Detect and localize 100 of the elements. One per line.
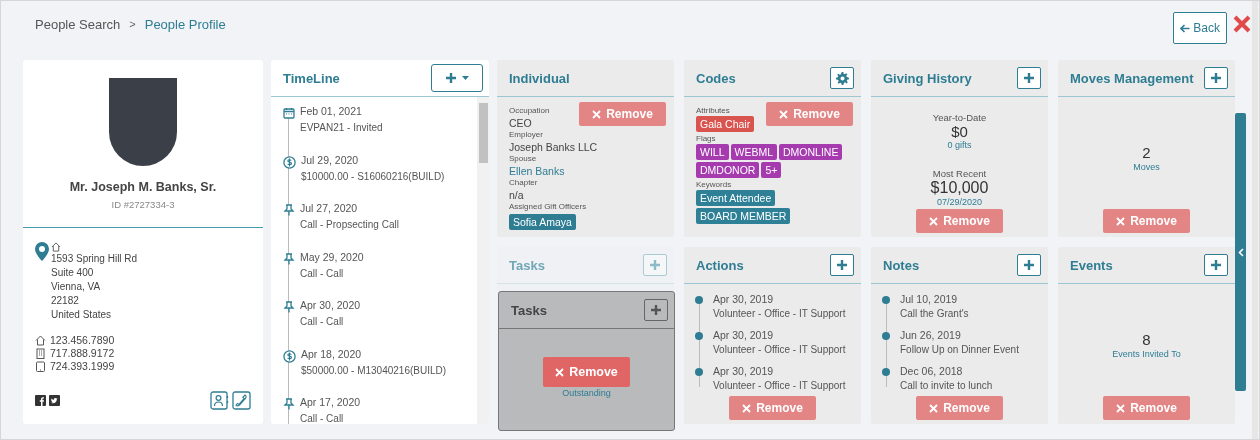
person-name: Mr. Joseph M. Banks, Sr. bbox=[69, 180, 217, 194]
remove-button[interactable]: Remove bbox=[766, 102, 853, 126]
chevron-left-icon bbox=[1237, 247, 1244, 257]
add-button[interactable] bbox=[1017, 254, 1041, 276]
add-button[interactable] bbox=[1017, 67, 1041, 89]
dragged-widget[interactable]: Tasks Remove Outstanding bbox=[498, 291, 675, 431]
home-icon bbox=[51, 242, 61, 252]
pushpin-icon bbox=[283, 204, 295, 216]
count-value: 8 bbox=[1142, 331, 1151, 348]
item-date: Apr 30, 2019 bbox=[713, 329, 775, 341]
field-label: Employer bbox=[509, 130, 543, 140]
ytd-amount: $0 bbox=[951, 123, 968, 140]
item-date: Jul 27, 2020 bbox=[300, 202, 359, 214]
close-icon bbox=[929, 403, 939, 413]
item-date: Apr 18, 2020 bbox=[301, 347, 363, 360]
field-value: CEO bbox=[509, 116, 532, 130]
count-link[interactable]: Moves bbox=[1133, 162, 1160, 172]
item-date: Apr 30, 2019 bbox=[713, 365, 775, 377]
field-label: Assigned Gift Officers bbox=[509, 202, 587, 212]
building-icon bbox=[35, 347, 46, 359]
count-link[interactable]: Events Invited To bbox=[1112, 349, 1181, 359]
code-tag: BOARD MEMBER bbox=[696, 208, 791, 224]
widget-title: Tasks bbox=[509, 257, 546, 273]
home-icon bbox=[35, 334, 46, 346]
settings-icon bbox=[835, 71, 849, 85]
plus-icon bbox=[445, 72, 457, 84]
add-button[interactable] bbox=[644, 299, 668, 321]
widget-title: Individual bbox=[509, 70, 571, 86]
address-line: United States bbox=[51, 308, 113, 322]
remove-button[interactable]: Remove bbox=[916, 396, 1003, 420]
add-button[interactable] bbox=[830, 254, 854, 276]
close-icon bbox=[779, 109, 789, 119]
left-arrow-icon bbox=[1180, 23, 1191, 33]
add-dropdown-button[interactable] bbox=[431, 64, 483, 92]
group-label: Attributes bbox=[696, 106, 730, 116]
timeline-dot bbox=[695, 368, 703, 376]
pushpin-icon bbox=[283, 252, 295, 265]
item-text: Volunteer - Office - IT Support bbox=[713, 308, 846, 319]
recent-date: 07/29/2020 bbox=[936, 197, 982, 207]
remove-button[interactable]: Remove bbox=[1103, 209, 1190, 233]
item-text: Call - Call bbox=[300, 316, 345, 327]
item-date: Jul 10, 2019 bbox=[900, 293, 959, 305]
dollar-icon bbox=[283, 155, 296, 169]
code-tag: DMDONOR bbox=[696, 162, 760, 178]
close-icon bbox=[592, 109, 602, 119]
gift-count: 0 gifts bbox=[947, 140, 972, 150]
field-label: Chapter bbox=[509, 178, 538, 188]
plus-icon bbox=[1210, 72, 1222, 84]
close-icon bbox=[1116, 216, 1126, 226]
pushpin-icon bbox=[283, 398, 295, 410]
add-button[interactable] bbox=[1204, 254, 1228, 276]
close-icon bbox=[555, 367, 565, 377]
contact-card-icon[interactable] bbox=[210, 391, 229, 410]
back-button[interactable]: Back bbox=[1173, 12, 1227, 44]
item-date: Dec 06, 2018 bbox=[900, 365, 964, 377]
ytd-label: Year-to-Date bbox=[932, 112, 987, 123]
map-pin-icon bbox=[35, 242, 49, 261]
facebook-icon[interactable] bbox=[35, 395, 46, 406]
widget-title: Giving History bbox=[883, 70, 973, 86]
count-link[interactable]: Outstanding bbox=[499, 388, 674, 398]
twitter-icon[interactable] bbox=[49, 395, 60, 406]
remove-button[interactable]: Remove bbox=[916, 209, 1003, 233]
item-text: $10000.00 - S16060216(BUILD) bbox=[301, 170, 445, 182]
side-panel-handle[interactable] bbox=[1235, 113, 1246, 391]
remove-button[interactable]: Remove bbox=[1103, 396, 1190, 420]
plus-icon bbox=[650, 304, 662, 316]
timeline-dot bbox=[882, 368, 890, 376]
plus-icon bbox=[836, 259, 848, 271]
settings-button[interactable] bbox=[830, 67, 854, 89]
remove-button[interactable]: Remove bbox=[543, 357, 630, 387]
breadcrumb-link[interactable]: People Profile bbox=[144, 16, 226, 32]
remove-button[interactable]: Remove bbox=[579, 102, 666, 126]
spouse-link[interactable]: Ellen Banks bbox=[509, 164, 565, 178]
add-button[interactable] bbox=[1204, 67, 1228, 89]
scrollbar[interactable] bbox=[1252, 1, 1258, 439]
close-icon[interactable] bbox=[1233, 15, 1251, 33]
recent-label: Most Recent bbox=[932, 168, 987, 179]
plus-icon bbox=[649, 259, 661, 271]
widget-title: Codes bbox=[696, 70, 737, 86]
close-icon bbox=[1116, 403, 1126, 413]
phone-number: 724.393.1999 bbox=[50, 360, 115, 372]
widget-title: Moves Management bbox=[1070, 70, 1195, 86]
address-line: 22182 bbox=[51, 294, 80, 308]
item-date: May 29, 2020 bbox=[300, 250, 364, 263]
item-text: EVPAN21 - Invited bbox=[300, 122, 383, 133]
item-date: Apr 17, 2020 bbox=[300, 396, 361, 408]
item-text: Volunteer - Office - IT Support bbox=[713, 380, 846, 391]
scrollbar[interactable] bbox=[477, 97, 489, 424]
timeline-dot bbox=[695, 296, 703, 304]
breadcrumb-link[interactable]: People Search bbox=[35, 16, 121, 32]
remove-button[interactable]: Remove bbox=[729, 396, 816, 420]
address-line: 1593 Spring Hill Rd bbox=[51, 252, 138, 266]
timeline-dot bbox=[882, 296, 890, 304]
field-label: Occupation bbox=[509, 106, 550, 116]
timeline-dot bbox=[695, 332, 703, 340]
item-text: Volunteer - Office - IT Support bbox=[713, 344, 846, 355]
close-icon bbox=[742, 403, 752, 413]
field-value: n/a bbox=[509, 188, 524, 202]
person-id: ID #2727334-3 bbox=[111, 199, 175, 210]
phone-icon[interactable] bbox=[232, 391, 251, 410]
